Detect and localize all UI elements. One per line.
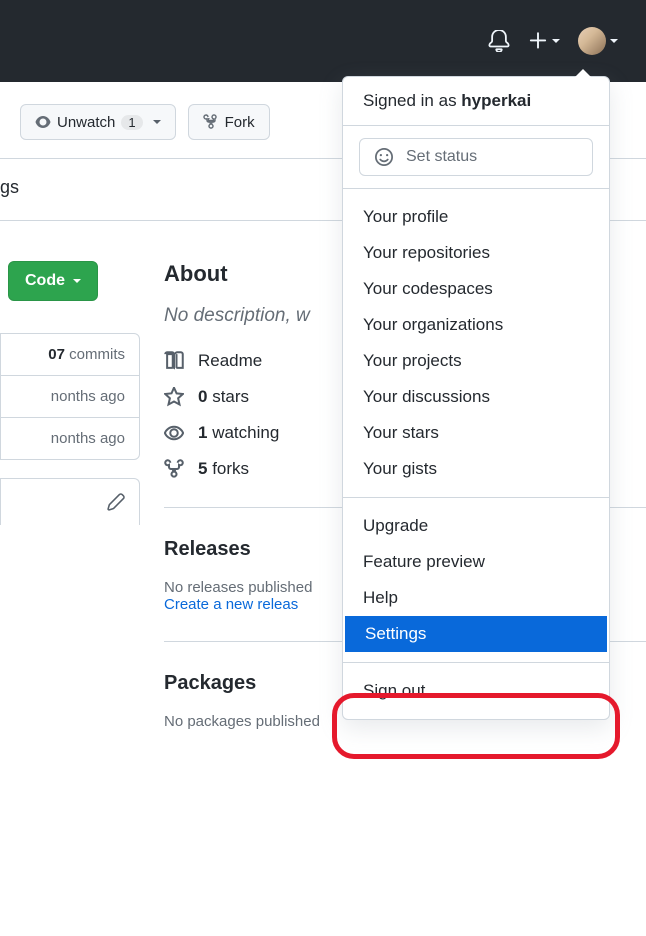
menu-item-sign-out[interactable]: Sign out xyxy=(343,673,609,709)
bell-icon[interactable] xyxy=(488,30,510,52)
menu-item-your-organizations[interactable]: Your organizations xyxy=(343,307,609,343)
smiley-icon xyxy=(374,147,394,167)
pencil-icon xyxy=(107,493,125,511)
commits-count-row[interactable]: 07 commits xyxy=(1,334,139,376)
unwatch-button[interactable]: Unwatch 1 xyxy=(20,104,176,140)
menu-item-your-discussions[interactable]: Your discussions xyxy=(343,379,609,415)
chevron-down-icon xyxy=(153,120,161,124)
file-row[interactable]: nonths ago xyxy=(1,418,139,459)
menu-item-settings[interactable]: Settings xyxy=(345,616,607,652)
menu-item-your-codespaces[interactable]: Your codespaces xyxy=(343,271,609,307)
avatar xyxy=(578,27,606,55)
set-status-button[interactable]: Set status xyxy=(359,138,593,176)
menu-item-your-repositories[interactable]: Your repositories xyxy=(343,235,609,271)
plus-icon xyxy=(528,31,548,51)
eye-icon xyxy=(35,114,51,130)
user-menu-trigger[interactable] xyxy=(578,27,618,55)
fork-icon xyxy=(203,114,219,130)
menu-item-your-gists[interactable]: Your gists xyxy=(343,451,609,487)
commits-box: 07 commits nonths ago nonths ago xyxy=(0,333,140,460)
chevron-down-icon xyxy=(552,39,560,43)
chevron-down-icon xyxy=(73,279,81,283)
menu-item-upgrade[interactable]: Upgrade xyxy=(343,508,609,544)
edit-box[interactable] xyxy=(0,478,140,525)
topbar xyxy=(0,0,646,82)
menu-item-your-stars[interactable]: Your stars xyxy=(343,415,609,451)
code-label: Code xyxy=(25,272,65,290)
chevron-down-icon xyxy=(610,39,618,43)
star-icon xyxy=(164,387,184,407)
user-dropdown: Signed in as hyperkai Set status Your pr… xyxy=(342,76,610,720)
unwatch-count: 1 xyxy=(121,115,142,130)
unwatch-label: Unwatch xyxy=(57,114,115,131)
book-icon xyxy=(164,351,184,371)
code-button[interactable]: Code xyxy=(8,261,98,301)
menu-item-your-projects[interactable]: Your projects xyxy=(343,343,609,379)
menu-item-help[interactable]: Help xyxy=(343,580,609,616)
fork-button[interactable]: Fork xyxy=(188,104,270,140)
menu-item-your-profile[interactable]: Your profile xyxy=(343,199,609,235)
file-row[interactable]: nonths ago xyxy=(1,376,139,418)
signed-in-as: Signed in as hyperkai xyxy=(343,77,609,125)
add-menu[interactable] xyxy=(528,31,560,51)
fork-label: Fork xyxy=(225,114,255,131)
fork-icon xyxy=(164,459,184,479)
eye-icon xyxy=(164,423,184,443)
menu-item-feature-preview[interactable]: Feature preview xyxy=(343,544,609,580)
